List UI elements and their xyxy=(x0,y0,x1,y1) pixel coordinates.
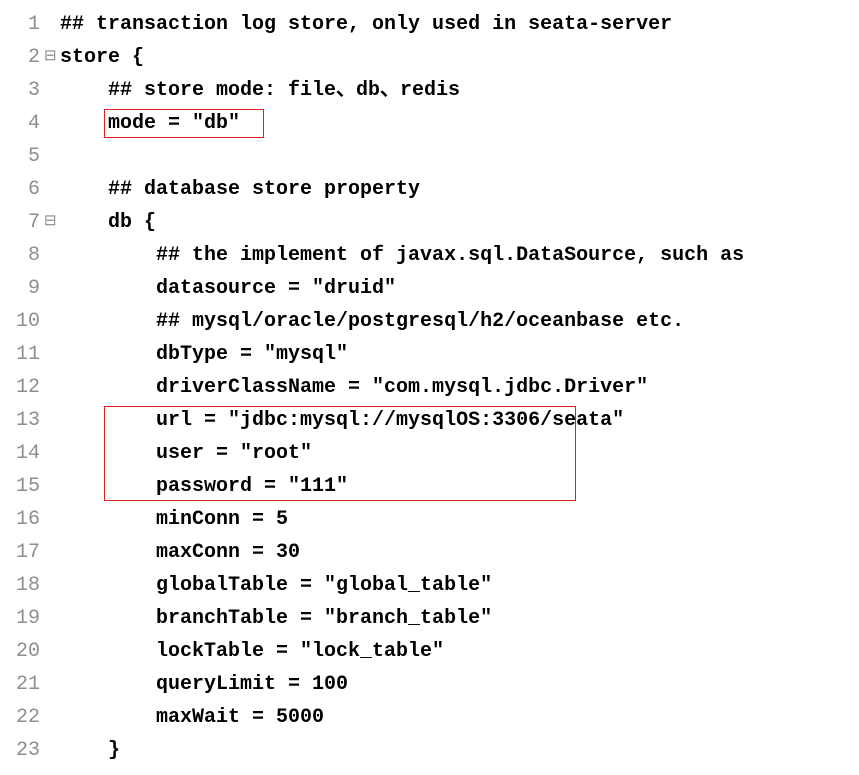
line-number: 15 xyxy=(0,470,44,503)
code-text: mode = "db" xyxy=(60,107,240,140)
code-text: store { xyxy=(60,41,144,74)
code-line: 23 } xyxy=(0,734,859,767)
line-number: 14 xyxy=(0,437,44,470)
code-text: dbType = "mysql" xyxy=(60,338,348,371)
code-line: 6 ## database store property xyxy=(0,173,859,206)
code-line: 19 branchTable = "branch_table" xyxy=(0,602,859,635)
line-number: 1 xyxy=(0,8,44,41)
line-number: 16 xyxy=(0,503,44,536)
code-text: queryLimit = 100 xyxy=(60,668,348,701)
code-line: 15 password = "111" xyxy=(0,470,859,503)
line-number: 9 xyxy=(0,272,44,305)
code-text: maxWait = 5000 xyxy=(60,701,324,734)
code-line: 3 ## store mode: file、db、redis xyxy=(0,74,859,107)
line-number: 11 xyxy=(0,338,44,371)
line-number: 12 xyxy=(0,371,44,404)
line-number: 8 xyxy=(0,239,44,272)
fold-gutter[interactable]: ⊟ xyxy=(44,210,60,235)
code-text: db { xyxy=(60,206,156,239)
code-line: 21 queryLimit = 100 xyxy=(0,668,859,701)
code-text: url = "jdbc:mysql://mysqlOS:3306/seata" xyxy=(60,404,624,437)
line-number: 22 xyxy=(0,701,44,734)
code-line: 12 driverClassName = "com.mysql.jdbc.Dri… xyxy=(0,371,859,404)
line-number: 4 xyxy=(0,107,44,140)
code-line: 14 user = "root" xyxy=(0,437,859,470)
code-line: 8 ## the implement of javax.sql.DataSour… xyxy=(0,239,859,272)
line-number: 7 xyxy=(0,206,44,239)
code-line: 2⊟store { xyxy=(0,41,859,74)
code-line: 18 globalTable = "global_table" xyxy=(0,569,859,602)
line-number: 18 xyxy=(0,569,44,602)
code-text: ## mysql/oracle/postgresql/h2/oceanbase … xyxy=(60,305,684,338)
line-number: 20 xyxy=(0,635,44,668)
code-text: maxConn = 30 xyxy=(60,536,300,569)
fold-gutter[interactable]: ⊟ xyxy=(44,45,60,70)
line-number: 23 xyxy=(0,734,44,767)
code-line: 17 maxConn = 30 xyxy=(0,536,859,569)
line-number: 10 xyxy=(0,305,44,338)
code-line: 13 url = "jdbc:mysql://mysqlOS:3306/seat… xyxy=(0,404,859,437)
code-text: minConn = 5 xyxy=(60,503,288,536)
code-line: 4 mode = "db" xyxy=(0,107,859,140)
code-text: user = "root" xyxy=(60,437,312,470)
code-line: 22 maxWait = 5000 xyxy=(0,701,859,734)
code-line: 5 xyxy=(0,140,859,173)
code-line: 11 dbType = "mysql" xyxy=(0,338,859,371)
line-number: 6 xyxy=(0,173,44,206)
line-number: 19 xyxy=(0,602,44,635)
code-text: globalTable = "global_table" xyxy=(60,569,492,602)
code-line: 20 lockTable = "lock_table" xyxy=(0,635,859,668)
code-text: lockTable = "lock_table" xyxy=(60,635,444,668)
code-line: 10 ## mysql/oracle/postgresql/h2/oceanba… xyxy=(0,305,859,338)
code-line: 1 ## transaction log store, only used in … xyxy=(0,8,859,41)
code-text: ## database store property xyxy=(60,173,420,206)
code-text: ## store mode: file、db、redis xyxy=(60,74,460,107)
code-text: password = "111" xyxy=(60,470,348,503)
line-number: 3 xyxy=(0,74,44,107)
line-number: 17 xyxy=(0,536,44,569)
code-line: 9 datasource = "druid" xyxy=(0,272,859,305)
code-text: ## transaction log store, only used in s… xyxy=(60,8,672,41)
line-number: 2 xyxy=(0,41,44,74)
code-editor: 1 ## transaction log store, only used in … xyxy=(0,8,859,767)
line-number: 5 xyxy=(0,140,44,173)
code-text: driverClassName = "com.mysql.jdbc.Driver… xyxy=(60,371,648,404)
line-number: 13 xyxy=(0,404,44,437)
code-line: 16 minConn = 5 xyxy=(0,503,859,536)
line-number: 21 xyxy=(0,668,44,701)
code-text: datasource = "druid" xyxy=(60,272,396,305)
code-text: branchTable = "branch_table" xyxy=(60,602,492,635)
code-text: ## the implement of javax.sql.DataSource… xyxy=(60,239,744,272)
code-line: 7⊟ db { xyxy=(0,206,859,239)
code-text: } xyxy=(60,734,120,767)
